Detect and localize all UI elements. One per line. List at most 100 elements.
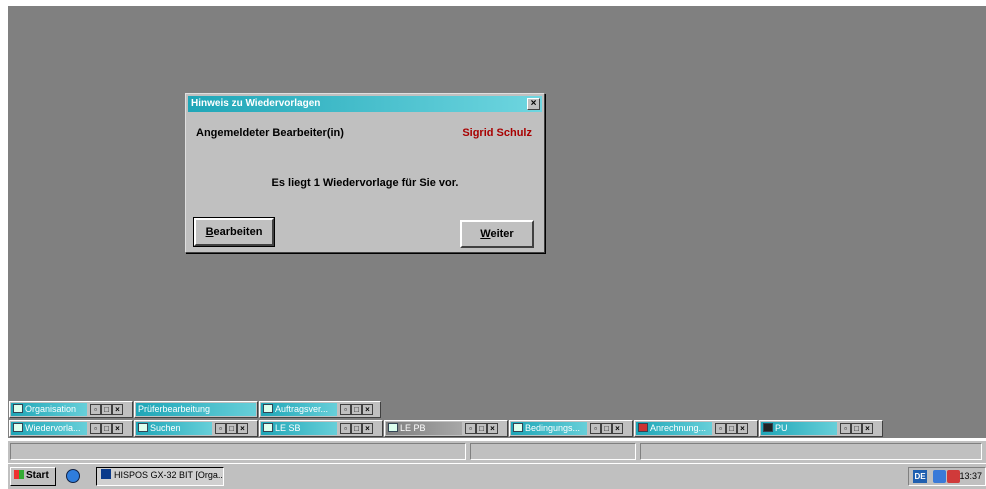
close-button[interactable]: × (862, 423, 873, 434)
taskbar-task-hispos[interactable]: HISPOS GX-32 BIT [Orga... (96, 467, 224, 486)
maximize-button[interactable]: □ (351, 423, 362, 434)
restore-button[interactable]: ▫ (715, 423, 726, 434)
language-indicator-icon[interactable]: DE (913, 470, 927, 483)
minimized-window-label: LE SB (275, 423, 301, 433)
restore-button[interactable]: ▫ (465, 423, 476, 434)
status-bar (8, 441, 986, 463)
minimized-window-label: LE PB (400, 423, 426, 433)
minimized-window-prueferbearbeitung[interactable]: Prüferbearbeitung (134, 401, 258, 418)
continue-button-label: eiter (490, 228, 514, 240)
close-button[interactable]: × (737, 423, 748, 434)
close-button[interactable]: × (112, 423, 123, 434)
logged-in-user-value: Sigrid Schulz (462, 127, 532, 139)
minimized-window-label: Prüferbearbeitung (138, 404, 211, 414)
reminder-dialog: Hinweis zu Wiedervorlagen × Angemeldeter… (185, 93, 545, 253)
minimized-window-caption: Prüferbearbeitung (136, 403, 256, 416)
minimized-window-label: Anrechnung... (650, 423, 707, 433)
window-icon (513, 423, 523, 432)
restore-button[interactable]: ▫ (90, 404, 101, 415)
internet-explorer-icon[interactable] (66, 469, 80, 483)
status-panel (640, 443, 982, 460)
minimized-window-caption: Auftragsver... (261, 403, 337, 416)
minimized-window-bedingungen[interactable]: Bedingungs... ▫ □ × (509, 420, 633, 437)
minimized-window-caption: Suchen (136, 422, 212, 435)
edit-button-mnemonic: B (205, 226, 214, 238)
close-button[interactable]: × (237, 423, 248, 434)
status-panel (470, 443, 636, 460)
maximize-button[interactable]: □ (726, 423, 737, 434)
window-icon (388, 423, 398, 432)
window-controls: ▫ □ × (590, 423, 623, 435)
minimized-window-caption: Bedingungs... (511, 422, 587, 435)
minimized-window-label: Organisation (25, 404, 77, 414)
reminder-message: Es liegt 1 Wiedervorlage für Sie vor. (271, 177, 459, 189)
restore-button[interactable]: ▫ (840, 423, 851, 434)
minimized-window-label: Bedingungs... (525, 423, 581, 433)
window-controls: ▫ □ × (715, 423, 748, 435)
windows-flag-icon (14, 470, 24, 479)
window-controls: ▫ □ × (90, 404, 123, 416)
maximize-button[interactable]: □ (101, 404, 112, 415)
window-controls: ▫ □ × (90, 423, 123, 435)
logged-in-user-label: Angemeldeter Bearbeiter(in) (196, 127, 344, 139)
system-tray: DE 13:37 (908, 467, 986, 486)
clock[interactable]: 13:37 (959, 470, 982, 483)
minimized-window-anrechnung[interactable]: Anrechnung... ▫ □ × (634, 420, 758, 437)
screen: Hinweis zu Wiedervorlagen × Angemeldeter… (0, 0, 986, 489)
tray-app-icon[interactable] (947, 470, 960, 483)
minimized-window-caption: LE PB (386, 422, 462, 435)
close-button[interactable]: × (612, 423, 623, 434)
dialog-close-button[interactable]: × (527, 98, 540, 110)
window-controls: ▫ □ × (340, 404, 373, 416)
minimized-window-suchen[interactable]: Suchen ▫ □ × (134, 420, 258, 437)
window-icon (263, 404, 273, 413)
restore-button[interactable]: ▫ (215, 423, 226, 434)
restore-button[interactable]: ▫ (590, 423, 601, 434)
status-panel (10, 443, 466, 460)
minimized-window-auftragsverwaltung[interactable]: Auftragsver... ▫ □ × (259, 401, 381, 418)
start-button[interactable]: Start (10, 467, 56, 486)
close-button[interactable]: × (112, 404, 123, 415)
minimized-window-caption: PU (761, 422, 837, 435)
window-controls: ▫ □ × (340, 423, 373, 435)
close-button[interactable]: × (362, 404, 373, 415)
maximize-button[interactable]: □ (851, 423, 862, 434)
maximize-button[interactable]: □ (351, 404, 362, 415)
window-icon (638, 423, 648, 432)
window-controls: ▫ □ × (840, 423, 873, 435)
minimized-window-caption: Anrechnung... (636, 422, 712, 435)
minimized-window-caption: Wiedervorla... (11, 422, 87, 435)
hispos-app-icon (101, 469, 111, 479)
network-icon[interactable] (933, 470, 946, 483)
minimized-window-label: Suchen (150, 423, 181, 433)
close-button[interactable]: × (362, 423, 373, 434)
start-label: Start (26, 470, 49, 481)
task-label: HISPOS GX-32 BIT [Orga... (114, 470, 224, 480)
edit-button-label: earbeiten (213, 226, 263, 238)
restore-button[interactable]: ▫ (340, 404, 351, 415)
minimized-window-pu[interactable]: PU ▫ □ × (759, 420, 883, 437)
minimized-window-le-pb[interactable]: LE PB ▫ □ × (384, 420, 508, 437)
window-icon (138, 423, 148, 432)
dialog-title-bar[interactable]: Hinweis zu Wiedervorlagen × (188, 96, 542, 112)
minimized-window-caption: LE SB (261, 422, 337, 435)
window-icon (263, 423, 273, 432)
maximize-button[interactable]: □ (226, 423, 237, 434)
maximize-button[interactable]: □ (476, 423, 487, 434)
maximize-button[interactable]: □ (101, 423, 112, 434)
window-icon (13, 404, 23, 413)
restore-button[interactable]: ▫ (340, 423, 351, 434)
minimized-window-wiedervorlagen[interactable]: Wiedervorla... ▫ □ × (9, 420, 133, 437)
continue-button-mnemonic: W (480, 228, 491, 240)
window-icon (763, 423, 773, 432)
window-controls: ▫ □ × (465, 423, 498, 435)
close-button[interactable]: × (487, 423, 498, 434)
maximize-button[interactable]: □ (601, 423, 612, 434)
restore-button[interactable]: ▫ (90, 423, 101, 434)
minimized-window-organisation[interactable]: Organisation ▫ □ × (9, 401, 133, 418)
dialog-title: Hinweis zu Wiedervorlagen (191, 98, 321, 109)
minimized-window-le-sb[interactable]: LE SB ▫ □ × (259, 420, 383, 437)
taskbar: Start HISPOS GX-32 BIT [Orga... DE 13:37 (8, 463, 986, 489)
continue-button[interactable]: Weiter (460, 220, 534, 248)
edit-button[interactable]: Bearbeiten (193, 217, 275, 247)
